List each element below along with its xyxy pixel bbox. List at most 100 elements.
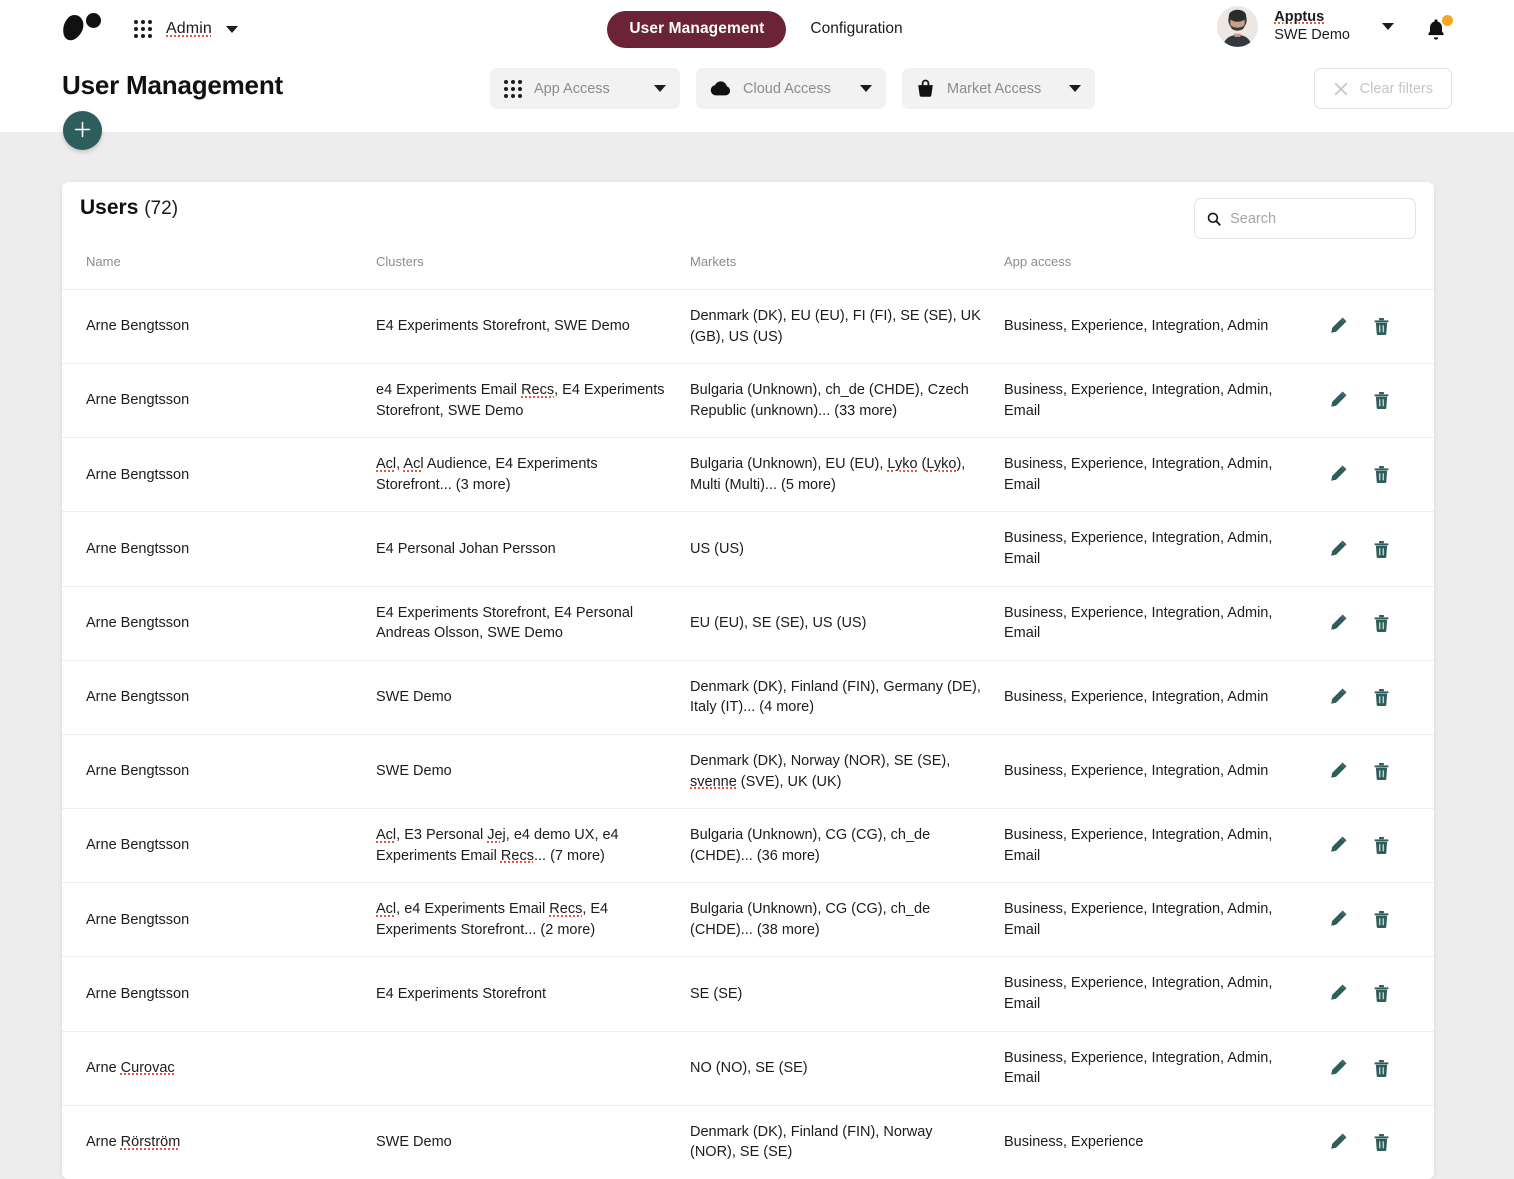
- edit-row-button[interactable]: [1326, 686, 1348, 708]
- cell-actions: [1304, 734, 1434, 808]
- cell-name: Arne Bengtsson: [86, 614, 190, 631]
- edit-row-button[interactable]: [1326, 761, 1348, 783]
- filter-app-access-label: App Access: [534, 80, 610, 97]
- filter-cloud-access[interactable]: Cloud Access: [696, 68, 886, 109]
- table-row[interactable]: Arne Bengtsson SWE Demo Denmark (DK), Norw…: [62, 734, 1434, 808]
- cell-markets: Bulgaria (Unknown), ch_de (CHDE), Czech …: [690, 382, 969, 419]
- table-row[interactable]: Arne Rörström SWE Demo Denmark (DK), Finla…: [62, 1105, 1434, 1179]
- edit-row-button[interactable]: [1326, 538, 1348, 560]
- delete-row-button[interactable]: [1370, 538, 1392, 560]
- close-icon: [1334, 82, 1347, 95]
- edit-row-button[interactable]: [1326, 1057, 1348, 1079]
- notifications-button[interactable]: [1424, 15, 1453, 43]
- user-menu[interactable]: Apptus SWE Demo: [1217, 6, 1394, 47]
- table-row[interactable]: Arne Bengtsson E4 Experiments Storefront S…: [62, 956, 1434, 1031]
- delete-row-button[interactable]: [1370, 1057, 1392, 1079]
- column-header-actions: [1304, 254, 1434, 290]
- edit-row-button[interactable]: [1326, 612, 1348, 634]
- edit-row-button[interactable]: [1326, 316, 1348, 338]
- table-row[interactable]: Arne Curovac NO (NO), SE (SE) Business, Ex…: [62, 1031, 1434, 1105]
- cell-app-access: Business, Experience, Integration, Admin…: [1004, 382, 1273, 419]
- cell-markets: Bulgaria (Unknown), EU (EU), Lyko (Lyko)…: [690, 456, 966, 493]
- filter-bar: App Access Cloud Access Market Access: [490, 68, 1096, 109]
- cell-markets: Bulgaria (Unknown), CG (CG), ch_de (CHDE…: [690, 901, 931, 938]
- cell-name: Arne Bengtsson: [86, 763, 190, 780]
- table-row[interactable]: Arne Bengtsson Acl, Acl Audience, E4 Expe…: [62, 437, 1434, 512]
- column-header-markets: Markets: [690, 254, 737, 269]
- edit-row-button[interactable]: [1326, 909, 1348, 931]
- clear-filters-label: Clear filters: [1359, 80, 1433, 97]
- edit-row-button[interactable]: [1326, 464, 1348, 486]
- delete-icon: [1374, 1133, 1388, 1151]
- cell-clusters: e4 Experiments Email Recs, E4 Experiment…: [376, 382, 665, 419]
- edit-icon: [1330, 391, 1346, 408]
- table-row[interactable]: Arne Bengtsson Acl, E3 Personal Jej, e4 d…: [62, 808, 1434, 883]
- cell-clusters: E4 Experiments Storefront, E4 Personal A…: [376, 604, 634, 642]
- delete-row-button[interactable]: [1370, 1131, 1392, 1153]
- delete-icon: [1374, 1059, 1388, 1077]
- nav-tab-configuration[interactable]: Configuration: [806, 11, 906, 48]
- delete-row-button[interactable]: [1370, 316, 1392, 338]
- app-switcher[interactable]: Admin: [128, 13, 244, 45]
- cell-app-access: Business, Experience, Integration, Admin: [1004, 689, 1269, 706]
- cell-clusters: E4 Personal Johan Persson: [376, 540, 556, 557]
- delete-row-button[interactable]: [1370, 835, 1392, 857]
- cell-markets: SE (SE): [690, 985, 743, 1002]
- edit-icon: [1330, 614, 1346, 630]
- cell-markets: EU (EU), SE (SE), US (US): [690, 614, 867, 631]
- apptus-logo[interactable]: [62, 8, 108, 50]
- cell-name: Arne Bengtsson: [86, 466, 190, 483]
- cell-clusters: [376, 1031, 690, 1105]
- chevron-down-icon: [860, 85, 872, 92]
- page-header: User Management App Access Cloud Access: [0, 58, 1514, 150]
- edit-icon: [1330, 540, 1346, 556]
- delete-row-button[interactable]: [1370, 464, 1392, 486]
- delete-row-button[interactable]: [1370, 390, 1392, 412]
- delete-row-button[interactable]: [1370, 983, 1392, 1005]
- delete-icon: [1374, 318, 1388, 336]
- cell-name: Arne Bengtsson: [86, 318, 190, 335]
- basket-icon: [916, 79, 935, 98]
- cell-clusters: E4 Experiments Storefront: [376, 985, 547, 1002]
- table-row[interactable]: Arne Bengtsson E4 Experiments Storefront,…: [62, 289, 1434, 364]
- cloud-icon: [710, 81, 731, 96]
- search-icon: [1207, 212, 1221, 226]
- edit-icon: [1330, 762, 1346, 778]
- clear-filters-button[interactable]: Clear filters: [1313, 68, 1452, 109]
- filter-market-access[interactable]: Market Access: [902, 68, 1096, 109]
- search-box[interactable]: [1194, 198, 1416, 239]
- table-row[interactable]: Arne Bengtsson SWE Demo Denmark (DK), Finl…: [62, 660, 1434, 734]
- chevron-down-icon: [1069, 85, 1082, 92]
- add-user-button[interactable]: [63, 111, 102, 150]
- table-row[interactable]: Arne Bengtsson e4 Experiments Email Recs,…: [62, 363, 1434, 438]
- cell-actions: [1304, 290, 1434, 364]
- edit-row-button[interactable]: [1326, 983, 1348, 1005]
- cell-name: Arne Rörström: [86, 1134, 181, 1150]
- delete-icon: [1374, 392, 1388, 410]
- cell-actions: [1304, 957, 1434, 1031]
- table-row[interactable]: Arne Bengtsson E4 Personal Johan Persson U…: [62, 511, 1434, 586]
- user-name-block: Apptus SWE Demo: [1274, 9, 1350, 45]
- cell-actions: [1304, 1031, 1434, 1105]
- filter-app-access[interactable]: App Access: [490, 68, 680, 109]
- delete-row-button[interactable]: [1370, 686, 1392, 708]
- edit-row-button[interactable]: [1326, 835, 1348, 857]
- cell-markets: Denmark (DK), Finland (FIN), Norway (NOR…: [690, 1123, 933, 1161]
- cell-app-access: Business, Experience, Integration, Admin…: [1004, 604, 1273, 642]
- nav-tab-user-management[interactable]: User Management: [607, 11, 787, 48]
- chevron-down-icon[interactable]: [1382, 23, 1394, 30]
- delete-row-button[interactable]: [1370, 761, 1392, 783]
- grid-icon: [134, 20, 152, 38]
- cell-app-access: Business, Experience, Integration, Admin: [1004, 318, 1269, 335]
- edit-row-button[interactable]: [1326, 1131, 1348, 1153]
- cell-name: Arne Bengtsson: [86, 392, 190, 409]
- notification-badge: [1442, 15, 1453, 26]
- plus-icon: [74, 121, 91, 137]
- table-row[interactable]: Arne Bengtsson Acl, e4 Experiments Email …: [62, 882, 1434, 957]
- delete-row-button[interactable]: [1370, 909, 1392, 931]
- table-row[interactable]: Arne Bengtsson E4 Experiments Storefront,…: [62, 586, 1434, 660]
- cell-markets: US (US): [690, 540, 744, 557]
- delete-row-button[interactable]: [1370, 612, 1392, 634]
- search-input[interactable]: [1230, 210, 1403, 227]
- edit-row-button[interactable]: [1326, 390, 1348, 412]
